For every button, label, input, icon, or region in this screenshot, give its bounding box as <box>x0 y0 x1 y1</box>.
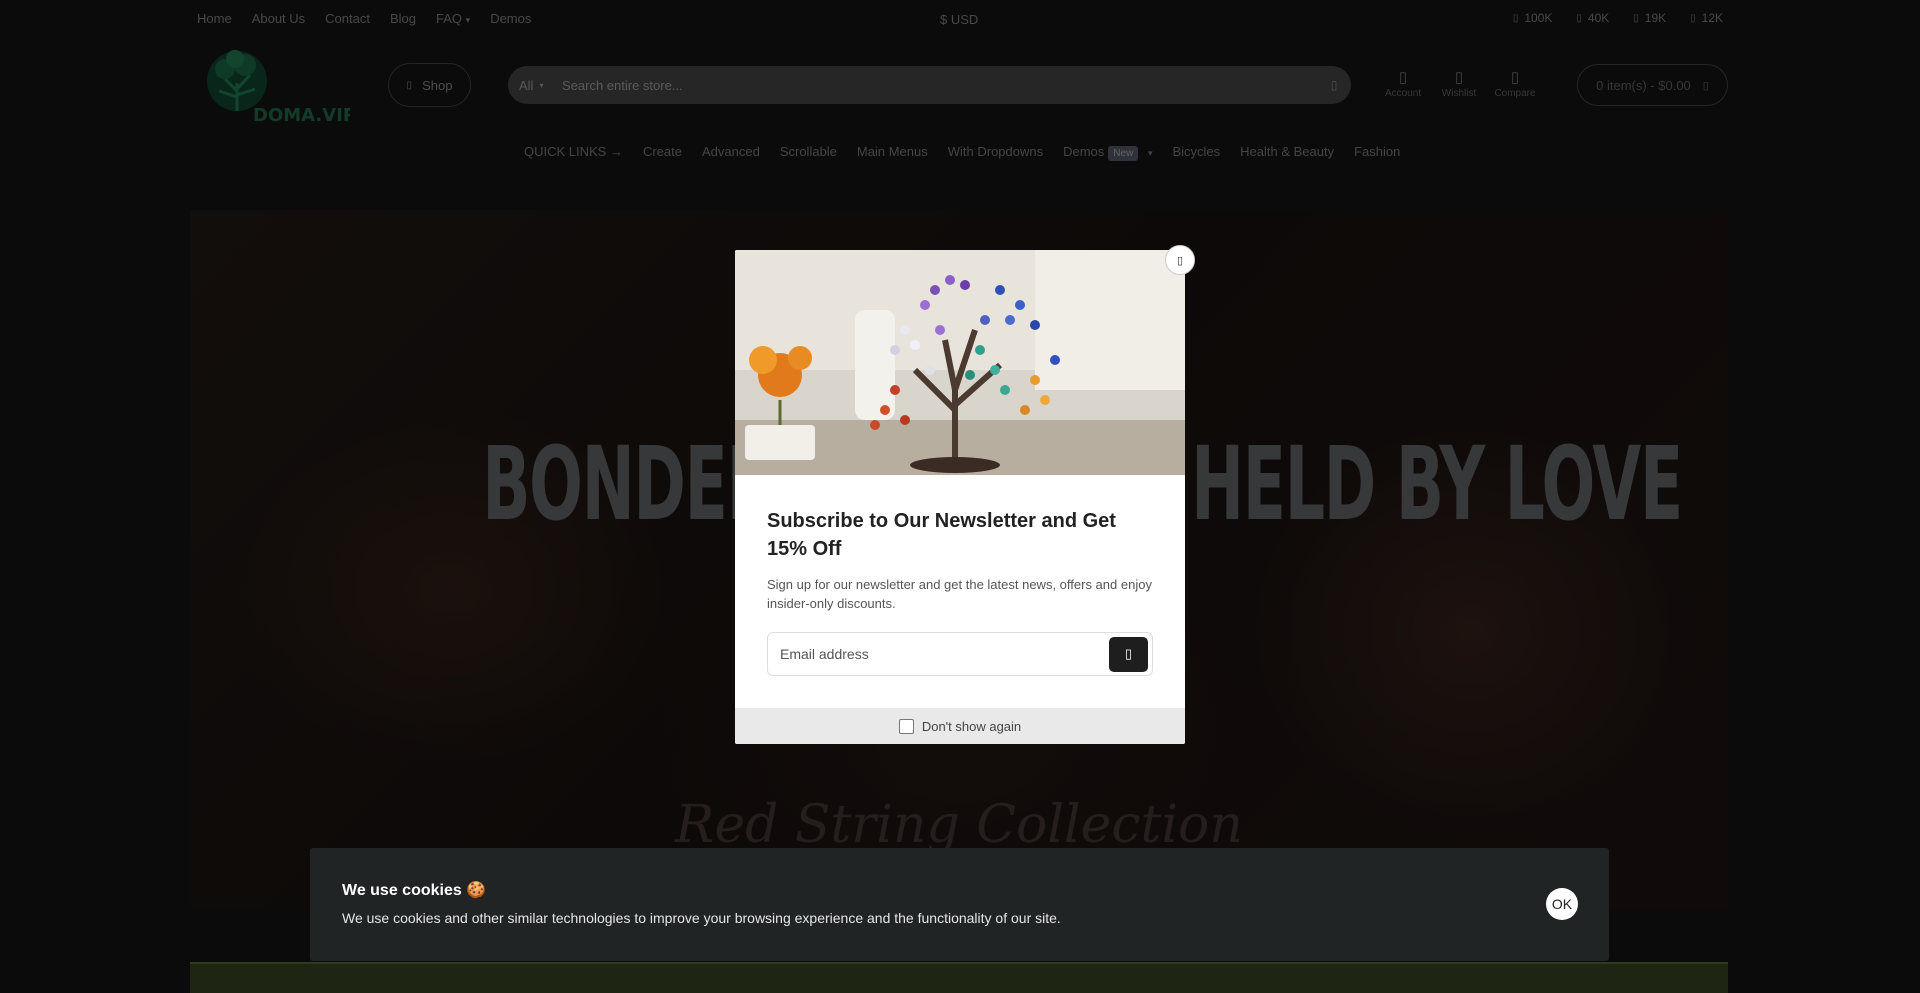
close-icon: ▯ <box>1176 254 1184 267</box>
cookie-banner: We use cookies 🍪 We use cookies and othe… <box>310 848 1609 961</box>
modal-title: Subscribe to Our Newsletter and Get 15% … <box>767 510 1116 560</box>
cookie-ok-button[interactable]: OK <box>1546 888 1578 920</box>
newsletter-form: ▯ <box>767 632 1153 676</box>
dont-show-again-label[interactable]: Don't show again <box>922 719 1021 734</box>
send-icon: ▯ <box>1124 646 1133 661</box>
modal-footer: Don't show again <box>735 708 1185 744</box>
cookie-title: We use cookies 🍪 <box>342 882 487 899</box>
newsletter-modal: Subscribe to Our Newsletter and Get 15% … <box>735 250 1185 744</box>
page: Home About Us Contact Blog FAQ ▾ Demos $… <box>0 0 1920 993</box>
modal-body: Subscribe to Our Newsletter and Get 15% … <box>767 507 1157 613</box>
dont-show-again-checkbox[interactable] <box>898 718 914 734</box>
email-field[interactable] <box>768 646 1109 662</box>
gemstone-tree-image <box>735 250 1185 475</box>
cookie-text: We use cookies and other similar technol… <box>342 910 1061 926</box>
modal-description: Sign up for our newsletter and get the l… <box>767 577 1152 611</box>
subscribe-button[interactable]: ▯ <box>1109 636 1148 672</box>
modal-close-button[interactable]: ▯ <box>1165 245 1195 275</box>
